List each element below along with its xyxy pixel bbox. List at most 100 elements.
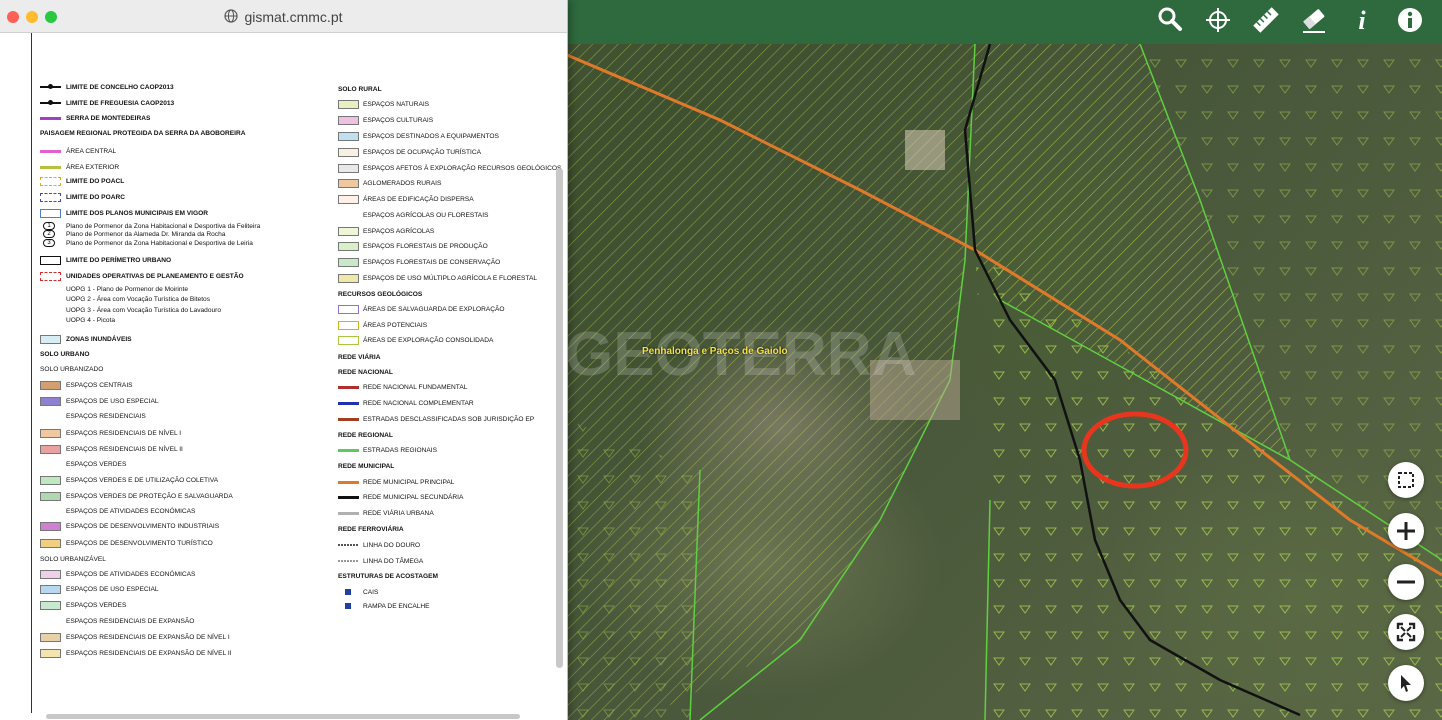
legend-item-unidades-operativas-de-planeamento-e-gestao: UNIDADES OPERATIVAS DE PLANEAMENTO E GES… bbox=[66, 273, 244, 280]
legend-item-rede-ferroviaria: REDE FERROVIÁRIA bbox=[338, 526, 404, 533]
legend-symbol bbox=[338, 148, 359, 157]
legend-symbol bbox=[40, 84, 61, 89]
crosshair-icon[interactable] bbox=[1203, 6, 1233, 36]
select-area-icon[interactable] bbox=[1388, 462, 1424, 498]
legend-item-uopg-2-area-com-vocacao-turistica-de-bitetos: UOPG 2 - Área com Vocação Turística de B… bbox=[66, 296, 211, 303]
legend-item-recursos-geologicos: RECURSOS GEOLÓGICOS bbox=[338, 291, 423, 298]
legend-item-rede-viaria: REDE VIÁRIA bbox=[338, 354, 381, 361]
legend-symbol bbox=[40, 100, 61, 105]
legend-item-rede-viaria-urbana: REDE VIÁRIA URBANA bbox=[363, 510, 434, 517]
legend-symbol bbox=[40, 585, 61, 594]
legend-symbol bbox=[40, 209, 61, 218]
legend-item-espacos-agricolas: ESPAÇOS AGRÍCOLAS bbox=[363, 228, 435, 235]
legend-item-linha-do-tamega: LINHA DO TÂMEGA bbox=[363, 558, 424, 565]
legend-symbol bbox=[338, 274, 359, 283]
legend-item-espacos-afetos-a-exploracao-recursos-geologicos: ESPAÇOS AFETOS À EXPLORAÇÃO RECURSOS GEO… bbox=[363, 165, 562, 172]
search-icon[interactable] bbox=[1155, 6, 1185, 36]
legend-item-plano-de-pormenor-da-alameda-dr-miranda-da-rocha: Plano de Pormenor da Alameda Dr. Miranda… bbox=[66, 231, 226, 238]
legend-symbol bbox=[338, 449, 359, 452]
legend-item-limite-de-freguesia-caop2013: LIMITE DE FREGUESIA CAOP2013 bbox=[66, 100, 175, 107]
legend-item-espacos-de-atividades-economicas: ESPAÇOS DE ATIVIDADES ECONÓMICAS bbox=[66, 508, 196, 515]
legend-item-espacos-residenciais-de-nivel-ii: ESPAÇOS RESIDENCIAIS DE NÍVEL II bbox=[66, 446, 183, 453]
legend-symbol bbox=[345, 589, 351, 595]
zoom-out-icon[interactable] bbox=[1388, 564, 1424, 600]
legend-item-espacos-residenciais-de-expansao-de-nivel-ii: ESPAÇOS RESIDENCIAIS DE EXPANSÃO DE NÍVE… bbox=[66, 650, 232, 657]
legend-item-area-exterior: ÁREA EXTERIOR bbox=[66, 164, 120, 171]
legend-item-espacos-residenciais-de-expansao: ESPAÇOS RESIDENCIAIS DE EXPANSÃO bbox=[66, 618, 195, 625]
legend-item-rede-nacional-complementar: REDE NACIONAL COMPLEMENTAR bbox=[363, 400, 474, 407]
legend-item-espacos-de-atividades-economicas: ESPAÇOS DE ATIVIDADES ECONÓMICAS bbox=[66, 571, 196, 578]
legend-item-solo-urbanizavel: SOLO URBANIZÁVEL bbox=[40, 556, 106, 563]
legend-symbol bbox=[338, 402, 359, 405]
legend-item-solo-rural: SOLO RURAL bbox=[338, 86, 382, 93]
legend-symbol bbox=[338, 544, 359, 546]
info-circle-icon[interactable] bbox=[1395, 6, 1425, 36]
horizontal-scrollbar[interactable] bbox=[46, 714, 520, 719]
info-italic-icon[interactable]: i bbox=[1347, 6, 1377, 36]
legend-item-rede-nacional: REDE NACIONAL bbox=[338, 369, 393, 376]
legend-symbol bbox=[338, 305, 359, 314]
eraser-icon[interactable] bbox=[1299, 6, 1329, 36]
legend-item-rede-municipal-principal: REDE MUNICIPAL PRINCIPAL bbox=[363, 479, 455, 486]
legend-symbol bbox=[338, 560, 359, 562]
legend-symbol bbox=[40, 193, 61, 202]
legend-symbol bbox=[338, 336, 359, 345]
legend-symbol bbox=[40, 166, 61, 169]
legend-item-espacos-florestais-de-producao: ESPAÇOS FLORESTAIS DE PRODUÇÃO bbox=[363, 243, 488, 250]
vertical-scrollbar[interactable] bbox=[556, 168, 563, 668]
legend-symbol bbox=[338, 116, 359, 125]
legend-item-linha-do-douro: LINHA DO DOURO bbox=[363, 542, 421, 549]
legend-item-espacos-verdes-de-protecao-e-salvaguarda: ESPAÇOS VERDES DE PROTEÇÃO E SALVAGUARDA bbox=[66, 493, 233, 500]
legend-item-cais: CAIS bbox=[363, 589, 379, 596]
legend-item-espacos-de-desenvolvimento-turistico: ESPAÇOS DE DESENVOLVIMENTO TURÍSTICO bbox=[66, 540, 213, 547]
legend-symbol bbox=[338, 164, 359, 173]
legend-item-espacos-culturais: ESPAÇOS CULTURAIS bbox=[363, 117, 434, 124]
legend-symbol bbox=[338, 418, 359, 421]
legend-symbol bbox=[338, 227, 359, 236]
legend-item-areas-de-edificacao-dispersa: ÁREAS DE EDIFICAÇÃO DISPERSA bbox=[363, 196, 474, 203]
legend-item-espacos-verdes: ESPAÇOS VERDES bbox=[66, 602, 127, 609]
legend-symbol bbox=[338, 179, 359, 188]
legend-item-plano-de-pormenor-da-zona-habitacional-e-desportiva-de-leiria: Plano de Pormenor da Zona Habitacional e… bbox=[66, 240, 253, 247]
legend-item-limite-dos-planos-municipais-em-vigor: LIMITE DOS PLANOS MUNICIPAIS EM VIGOR bbox=[66, 210, 209, 217]
legend-item-rede-municipal-secundaria: REDE MUNICIPAL SECUNDÁRIA bbox=[363, 494, 464, 501]
legend-symbol bbox=[40, 256, 61, 265]
legend-symbol bbox=[40, 570, 61, 579]
legend-symbol bbox=[40, 601, 61, 610]
legend-symbol bbox=[338, 195, 359, 204]
legend-symbol bbox=[40, 117, 61, 120]
legend-item-espacos-naturais: ESPAÇOS NATURAIS bbox=[363, 101, 430, 108]
legend-item-rampa-de-encalhe: RAMPA DE ENCALHE bbox=[363, 603, 430, 610]
legend-symbol bbox=[40, 539, 61, 548]
legend-item-areas-potenciais: ÁREAS POTENCIAIS bbox=[363, 322, 428, 329]
address-bar[interactable]: gismat.cmmc.pt bbox=[0, 0, 567, 32]
legend-content: LIMITE DE CONCELHO CAOP2013 LIMITE DE FRE… bbox=[0, 33, 567, 720]
legend-item-espacos-centrais: ESPAÇOS CENTRAIS bbox=[66, 382, 133, 389]
legend-symbol bbox=[40, 649, 61, 658]
legend-symbol bbox=[40, 150, 61, 153]
zoom-in-icon[interactable] bbox=[1388, 513, 1424, 549]
legend-symbol bbox=[338, 100, 359, 109]
legend-item-estruturas-de-acostagem: ESTRUTURAS DE ACOSTAGEM bbox=[338, 573, 439, 580]
legend-symbol bbox=[338, 321, 359, 330]
legend-symbol bbox=[40, 445, 61, 454]
legend-item-espacos-de-uso-especial: ESPAÇOS DE USO ESPECIAL bbox=[66, 586, 159, 593]
legend-item-limite-de-concelho-caop2013: LIMITE DE CONCELHO CAOP2013 bbox=[66, 84, 174, 91]
legend-symbol bbox=[40, 522, 61, 531]
legend-item-rede-municipal: REDE MUNICIPAL bbox=[338, 463, 395, 470]
pointer-icon[interactable] bbox=[1388, 665, 1424, 701]
legend-symbol bbox=[338, 481, 359, 484]
legend-item-espacos-residenciais-de-expansao-de-nivel-i: ESPAÇOS RESIDENCIAIS DE EXPANSÃO DE NÍVE… bbox=[66, 634, 230, 641]
legend-item-espacos-residenciais: ESPAÇOS RESIDENCIAIS bbox=[66, 413, 146, 420]
legend-symbol: 1 bbox=[43, 222, 55, 230]
legend-item-areas-de-salvaguarda-de-exploracao: ÁREAS DE SALVAGUARDA DE EXPLORAÇÃO bbox=[363, 306, 505, 313]
window-titlebar: gismat.cmmc.pt bbox=[0, 0, 567, 33]
legend-item-espacos-verdes-e-de-utilizacao-coletiva: ESPAÇOS VERDES E DE UTILIZAÇÃO COLETIVA bbox=[66, 477, 219, 484]
legend-dot bbox=[48, 84, 53, 89]
fullscreen-icon[interactable] bbox=[1388, 614, 1424, 650]
legend-item-serra-de-montedeiras: SERRA DE MONTEDEIRAS bbox=[66, 115, 151, 122]
ruler-icon[interactable] bbox=[1251, 6, 1281, 36]
legend-item-limite-do-poacl: LIMITE DO POACL bbox=[66, 178, 125, 185]
legend-item-uopg-4-picota: UOPG 4 - Picota bbox=[66, 317, 116, 324]
legend-item-solo-urbano: SOLO URBANO bbox=[40, 351, 90, 358]
